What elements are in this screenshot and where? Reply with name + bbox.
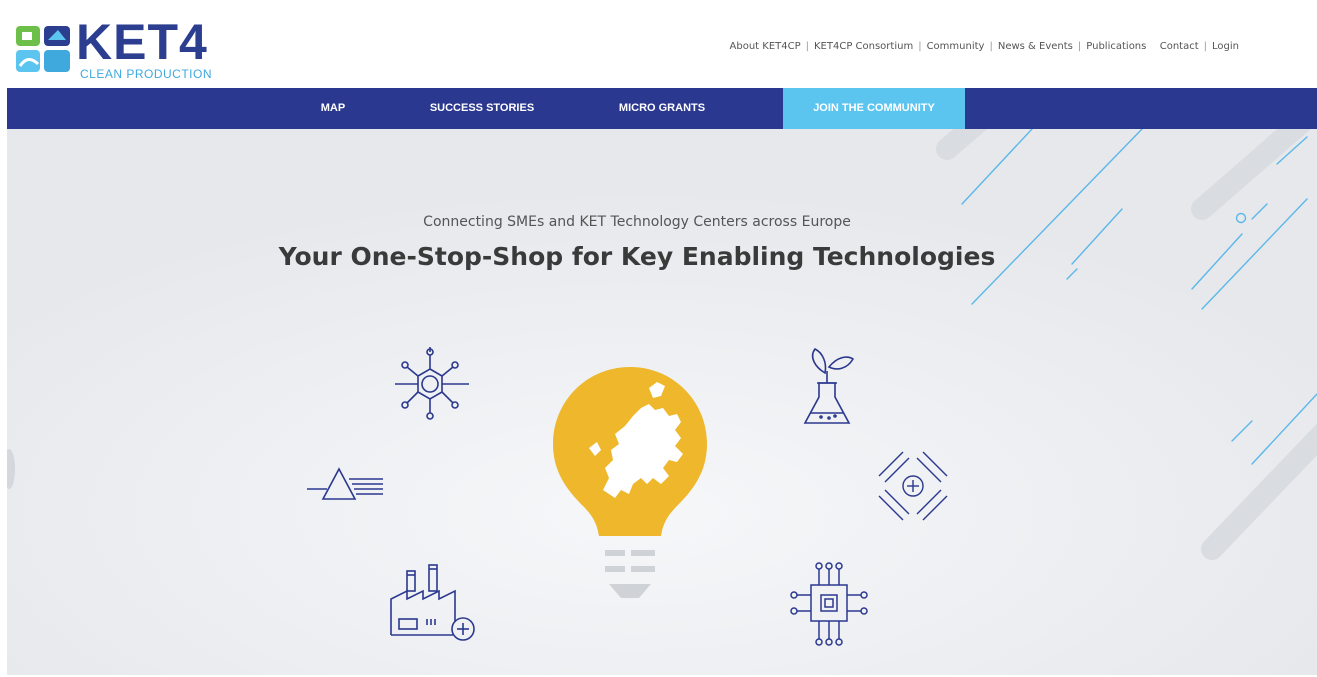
topnav-separator: |: [805, 41, 809, 52]
nav-micro-grants[interactable]: MICRO GRANTS: [607, 88, 717, 129]
topnav-news-events[interactable]: News & Events: [998, 41, 1073, 52]
logo-mark-icon: [16, 26, 70, 72]
nanotechnology-icon[interactable]: [387, 347, 473, 427]
nav-join-community[interactable]: JOIN THE COMMUNITY: [783, 88, 965, 129]
topnav-consortium[interactable]: KET4CP Consortium: [814, 41, 913, 52]
topnav-publications[interactable]: Publications: [1086, 41, 1146, 52]
site-header: KET4 CLEAN PRODUCTION About KET4CP | KET…: [0, 0, 1317, 88]
micro-nanoelectronics-icon[interactable]: [787, 559, 873, 649]
hero-headline: Your One-Stop-Shop for Key Enabling Tech…: [278, 242, 996, 271]
advanced-materials-icon[interactable]: [869, 442, 957, 530]
topnav-separator: |: [1203, 41, 1208, 52]
logo-wordmark: KET4: [76, 14, 208, 70]
topnav-separator: |: [1077, 41, 1082, 52]
topnav-separator: |: [1151, 41, 1154, 52]
top-navigation: About KET4CP | KET4CP Consortium | Commu…: [730, 41, 1239, 52]
hero-tagline: Connecting SMEs and KET Technology Cente…: [423, 214, 851, 230]
nav-map[interactable]: MAP: [303, 88, 363, 129]
logo-subtitle: CLEAN PRODUCTION: [80, 67, 213, 81]
topnav-separator: |: [989, 41, 993, 52]
main-navigation: MAP SUCCESS STORIES MICRO GRANTS JOIN TH…: [7, 88, 1317, 129]
biotechnology-icon[interactable]: [797, 343, 857, 433]
lightbulb-europe-icon: [553, 367, 707, 598]
site-logo[interactable]: KET4 CLEAN PRODUCTION: [14, 14, 234, 82]
advanced-manufacturing-icon[interactable]: [387, 561, 479, 643]
topnav-separator: |: [918, 41, 922, 52]
topnav-login[interactable]: Login: [1212, 41, 1239, 52]
topnav-about[interactable]: About KET4CP: [730, 41, 801, 52]
hero-banner: Connecting SMEs and KET Technology Cente…: [7, 129, 1317, 675]
topnav-community[interactable]: Community: [927, 41, 985, 52]
topnav-contact[interactable]: Contact: [1160, 41, 1199, 52]
photonics-icon[interactable]: [305, 465, 389, 505]
nav-success-stories[interactable]: SUCCESS STORIES: [412, 88, 552, 129]
